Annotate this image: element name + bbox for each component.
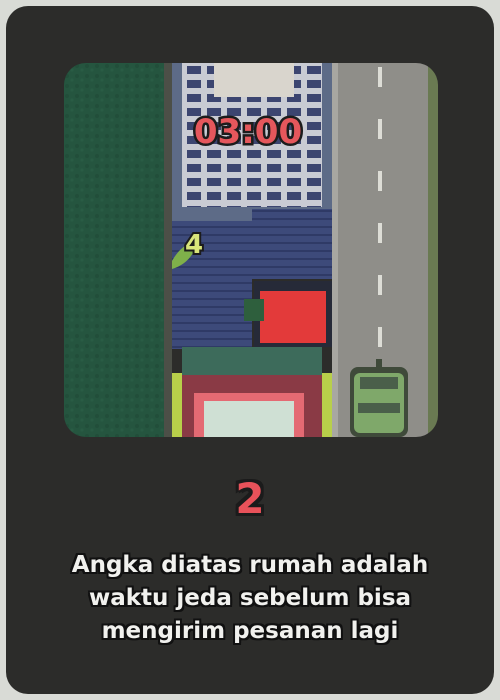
timer-display: 03:00 xyxy=(194,112,302,152)
game-scene-preview: 03:00 4 xyxy=(64,63,438,437)
tutorial-card: 03:00 4 2 Angka diatas rumah adalah wakt… xyxy=(6,6,494,694)
step-number: 2 xyxy=(235,474,265,523)
delivery-car xyxy=(350,359,408,437)
caption-line: waktu jeda sebelum bisa xyxy=(88,585,412,611)
tutorial-caption: Angka diatas rumah adalah waktu jeda seb… xyxy=(30,549,470,648)
caption-line: Angka diatas rumah adalah xyxy=(71,552,429,578)
caption-line: mengirim pesanan lagi xyxy=(101,618,399,644)
house-cooldown-number: 4 xyxy=(185,230,203,260)
